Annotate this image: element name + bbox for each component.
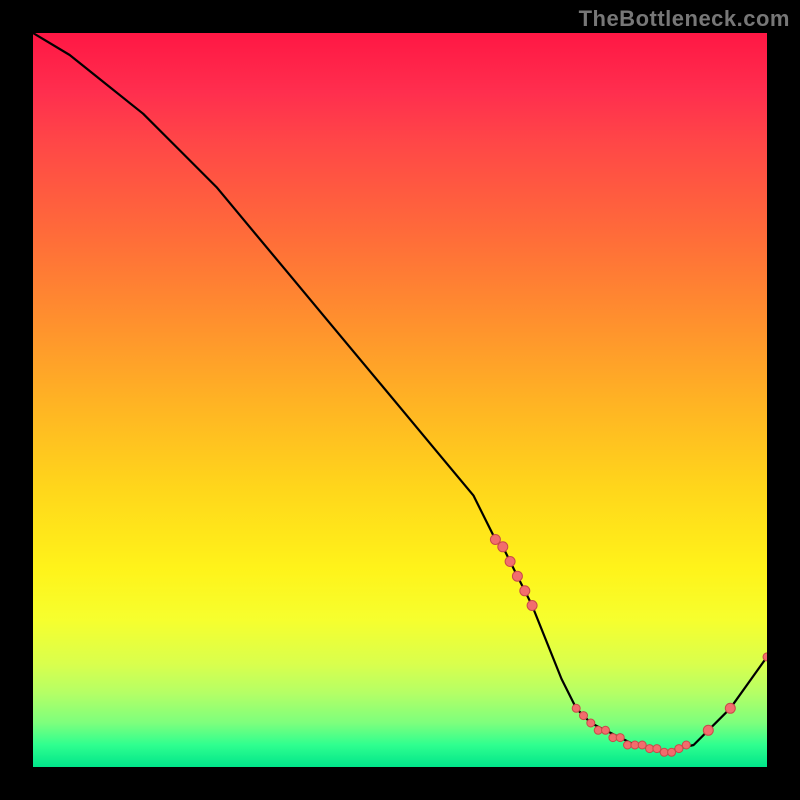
data-point <box>498 542 508 552</box>
data-point <box>660 748 668 756</box>
data-point <box>505 557 515 567</box>
data-point <box>602 726 610 734</box>
data-point <box>675 745 683 753</box>
data-point <box>638 741 646 749</box>
data-point <box>682 741 690 749</box>
data-point <box>520 586 530 596</box>
watermark-text: TheBottleneck.com <box>579 6 790 32</box>
data-point <box>646 745 654 753</box>
chart-stage: TheBottleneck.com <box>0 0 800 800</box>
data-point <box>580 712 588 720</box>
data-point <box>653 745 661 753</box>
data-point <box>587 719 595 727</box>
bottleneck-curve <box>33 33 767 767</box>
curve-path <box>33 33 767 752</box>
data-point <box>624 741 632 749</box>
data-point <box>616 734 624 742</box>
data-point <box>572 704 580 712</box>
data-point <box>512 571 522 581</box>
data-point <box>527 601 537 611</box>
plot-area <box>33 33 767 767</box>
data-point <box>703 725 713 735</box>
data-point <box>763 653 767 661</box>
data-point <box>725 703 735 713</box>
data-point <box>668 748 676 756</box>
